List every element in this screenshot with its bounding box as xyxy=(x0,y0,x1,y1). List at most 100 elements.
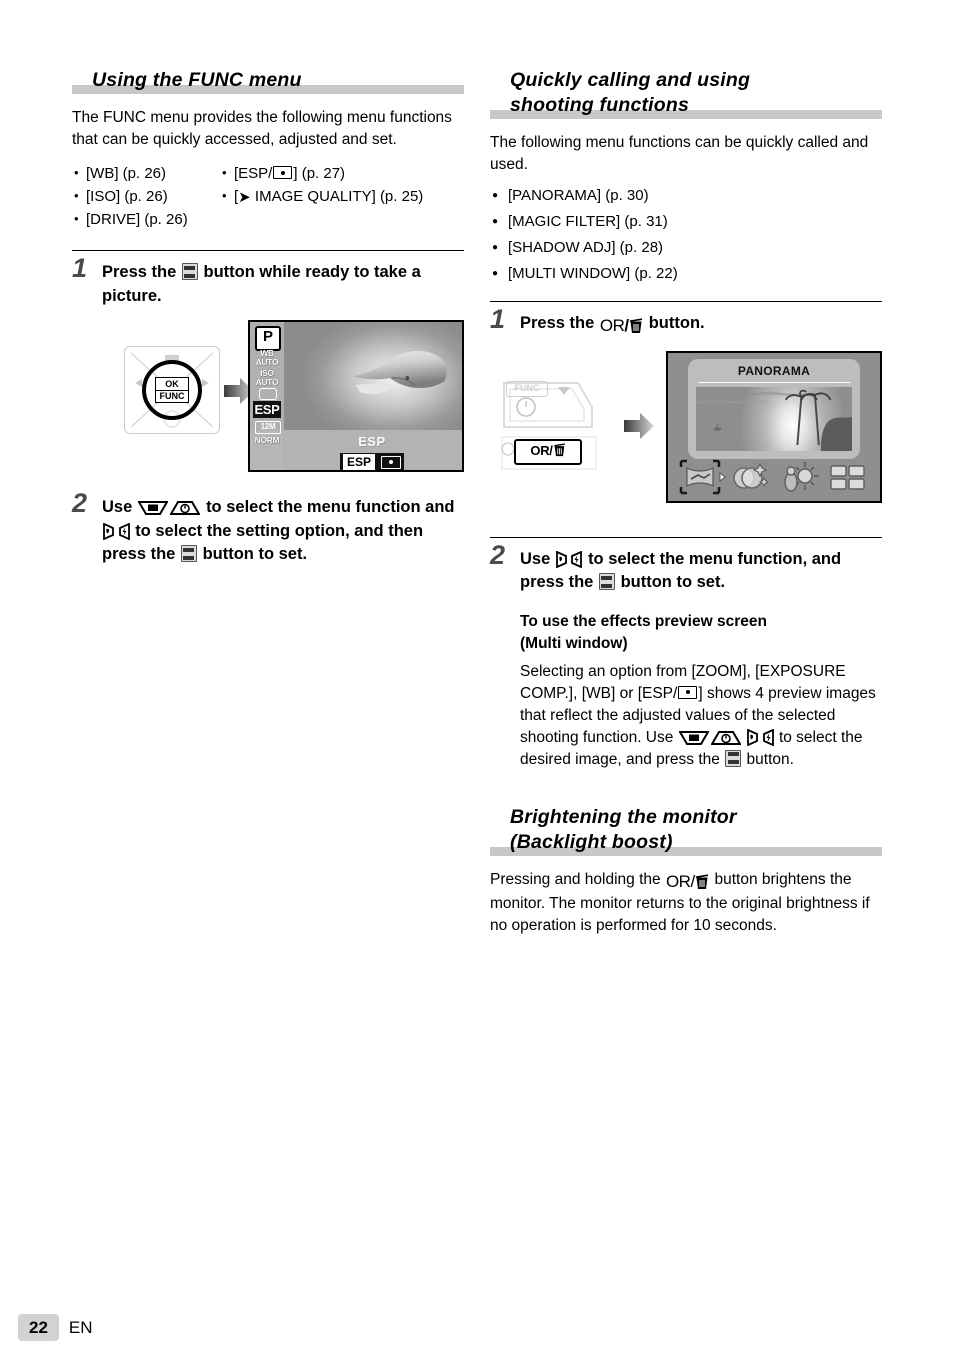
compression-indicator: NORM xyxy=(254,435,280,445)
panorama-icon xyxy=(679,459,721,494)
step-number: 1 xyxy=(72,253,88,283)
white-balance-indicator: WB AUTO xyxy=(252,349,282,366)
section-heading-quickly-calling: Quickly calling and using shooting funct… xyxy=(490,68,882,119)
lcd-sidebar: P WB AUTO ISO AUTO ESP 12M NORM xyxy=(250,322,284,444)
ok-label: OK xyxy=(165,379,179,389)
panorama-title: PANORAMA xyxy=(737,363,811,378)
spot-metering-icon xyxy=(678,685,698,699)
heading-text-line1: Quickly calling and using xyxy=(510,69,751,91)
list-item-esp: [ESP/ ] (p. 27) xyxy=(220,161,423,185)
trash-icon xyxy=(695,873,709,890)
image-size-badge: 12M xyxy=(255,421,281,434)
title-divider xyxy=(698,381,850,383)
right-column: Quickly calling and using shooting funct… xyxy=(490,68,882,944)
sub-b4: button. xyxy=(746,750,794,768)
camera-back-illustration: FUNC OR/ xyxy=(500,377,600,475)
heading-text-line1: Brightening the monitor xyxy=(510,805,737,828)
intro-paragraph: The following menu functions can be quic… xyxy=(490,134,869,173)
mode-magic-filter[interactable] xyxy=(727,458,771,496)
or-label: OR xyxy=(599,316,625,335)
figure-func-menu: OK FUNC P WB AUTO ISO AUTO ESP 12M NORM … xyxy=(72,320,464,480)
divider xyxy=(490,536,882,538)
ok-func-button-icon xyxy=(598,573,615,590)
flash-icon: ➤ xyxy=(238,189,251,206)
lcd-bottom-bar: ESP ESP xyxy=(282,430,462,470)
heading-text: Using the FUNC menu xyxy=(92,69,302,91)
func-menu-list-right: [ESP/] (p. 27) [➤ IMAGE QUALITY] (p. 25) xyxy=(220,161,424,209)
iso-indicator: ISO AUTO xyxy=(252,369,282,386)
self-timer-up-key-icon xyxy=(170,501,201,515)
or-delete-button[interactable]: OR/ xyxy=(514,438,582,465)
list-item: [ISO] (p. 26) xyxy=(72,184,188,208)
or-label: OR xyxy=(665,871,691,891)
shadow-adjust-icon xyxy=(783,461,819,492)
subsection-heading-line1: To use the effects preview screen xyxy=(520,612,767,630)
list-item: [PANORAMA] (p. 30) xyxy=(490,183,882,209)
heading-text-line2: (Backlight boost) xyxy=(510,830,673,853)
flash-left-key-icon xyxy=(762,728,774,746)
mode-icon-row xyxy=(674,457,874,497)
step-text-before: Press the xyxy=(102,263,177,281)
func-menu-list-left: [WB] (p. 26) [ISO] (p. 26) [DRIVE] (p. 2… xyxy=(72,161,188,231)
iq-text-post: IMAGE QUALITY] (p. 25) xyxy=(250,188,424,205)
step-text: Press the button while ready to take a p… xyxy=(102,261,464,308)
bright-b1: Pressing and holding the xyxy=(490,870,661,888)
exposure-down-key-icon xyxy=(678,730,709,745)
list-item: [SHADOW ADJ] (p. 28) xyxy=(490,235,882,261)
section-heading-brightening-monitor: Brightening the monitor (Backlight boost… xyxy=(490,805,882,856)
option-esp-selected[interactable]: ESP xyxy=(342,454,376,470)
lcd-photo-dolphin xyxy=(282,322,462,430)
page-number: 22 xyxy=(18,1314,59,1341)
esp-text-pre: [ESP/ xyxy=(234,165,273,182)
step-text-before: Press the xyxy=(520,314,595,332)
step-text-after: button. xyxy=(648,314,705,332)
or-delete-button-icon: OR/ xyxy=(666,871,709,894)
bottom-bar-title: ESP xyxy=(358,434,386,449)
mode-multi-window[interactable] xyxy=(826,458,870,496)
iso-value: AUTO xyxy=(255,376,279,387)
step-text: Press the OR/ button. xyxy=(520,312,882,339)
step-number: 2 xyxy=(490,539,506,570)
magic-filter-icon xyxy=(733,462,770,489)
brightening-body: Pressing and holding the OR/ button brig… xyxy=(490,869,882,937)
drive-mode-icon xyxy=(259,388,277,400)
step-text: Use to select the menu function and to s… xyxy=(102,496,464,567)
metering-mode-badge: ESP xyxy=(253,401,281,418)
subsection-heading: To use the effects preview screen (Multi… xyxy=(520,611,882,655)
mode-shadow-adjust[interactable] xyxy=(777,458,821,496)
step2-t1: Use xyxy=(520,549,551,568)
func-button-label: FUNC xyxy=(506,380,548,397)
step2-t1: Use xyxy=(102,498,133,516)
dolphin-illustration-icon xyxy=(353,351,447,395)
macro-right-key-icon xyxy=(747,728,759,746)
divider xyxy=(72,250,464,251)
option-spot-metering[interactable] xyxy=(381,455,402,469)
trash-icon xyxy=(629,318,643,334)
flash-left-key-icon xyxy=(118,522,130,540)
list-item: [MAGIC FILTER] (p. 31) xyxy=(490,209,882,235)
step-number: 2 xyxy=(72,488,88,518)
step2-t2: to select the menu function and xyxy=(206,498,455,516)
ok-func-button-icon xyxy=(725,749,742,767)
list-item: [DRIVE] (p. 26) xyxy=(72,207,188,231)
figure-quick-menu: FUNC OR/ PANORAMA xyxy=(490,350,882,523)
page-language: EN xyxy=(68,1318,93,1337)
manual-page: Using the FUNC menu The FUNC menu provid… xyxy=(0,0,954,1357)
sunset-scene-icon xyxy=(696,389,852,451)
step-2-left: 2 Use to select the menu function and to… xyxy=(72,490,464,567)
trash-icon xyxy=(553,442,565,456)
left-column: Using the FUNC menu The FUNC menu provid… xyxy=(72,68,464,573)
subsection-body: Selecting an option from [ZOOM], [EXPOSU… xyxy=(520,661,882,771)
step-1-left: 1 Press the button while ready to take a… xyxy=(72,255,464,308)
ok-func-button[interactable]: OK FUNC xyxy=(155,377,189,403)
lcd-screen-panorama: PANORAMA xyxy=(666,350,882,503)
esp-text-post: ] (p. 27) xyxy=(293,165,346,182)
step-1-right: 1 Press the OR/ button. xyxy=(490,306,882,339)
intro-paragraph: The FUNC menu provides the following men… xyxy=(72,109,452,148)
multi-window-icon xyxy=(830,464,865,490)
subsection-heading-line2: (Multi window) xyxy=(520,634,628,652)
macro-right-key-icon xyxy=(555,550,567,568)
panorama-panel: PANORAMA xyxy=(688,358,860,459)
mode-panorama[interactable] xyxy=(678,458,726,496)
or-delete-label: OR/ xyxy=(530,442,553,458)
